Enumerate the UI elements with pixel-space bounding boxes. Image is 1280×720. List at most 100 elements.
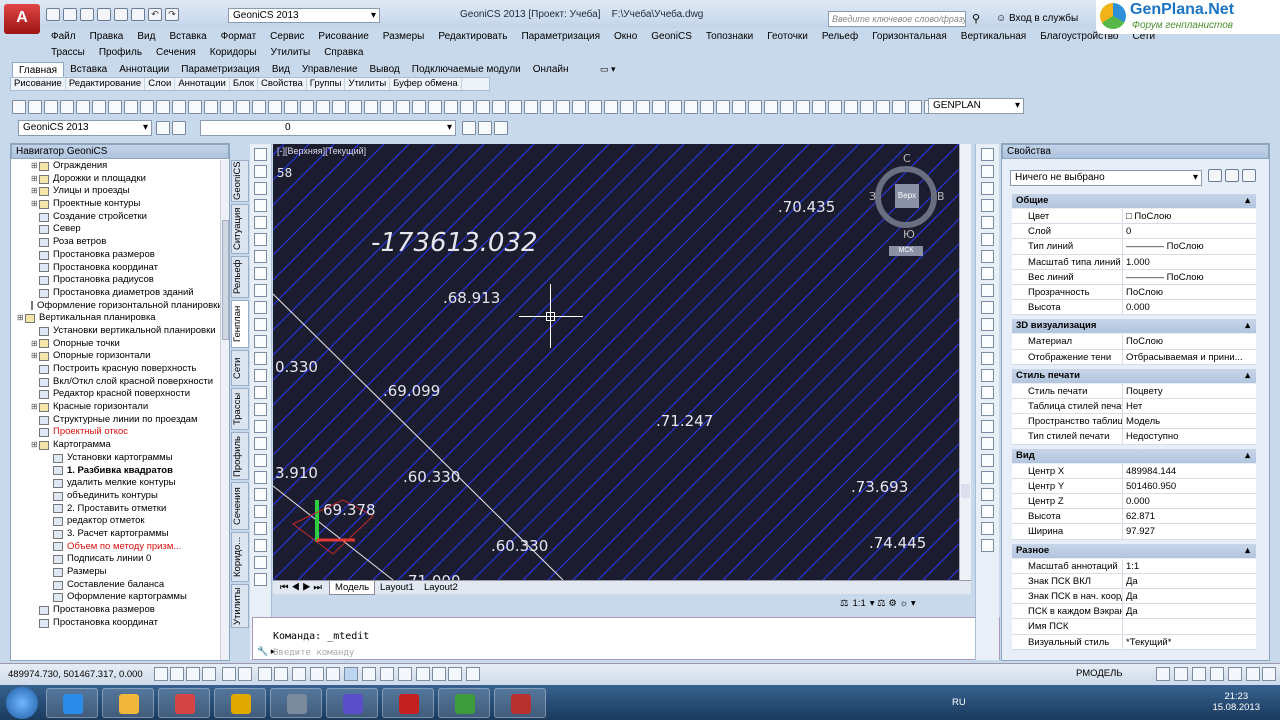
drawing-text-6[interactable]: .71.247: [656, 412, 713, 430]
print-icon[interactable]: [131, 8, 145, 21]
expand-toggle-icon[interactable]: ⊞: [31, 185, 39, 198]
navigator-item[interactable]: Простановка размеров: [11, 249, 221, 262]
navigator-item[interactable]: Размеры: [11, 566, 221, 579]
property-row[interactable]: Имя ПСК: [1012, 619, 1256, 635]
tab-1[interactable]: Вставка: [64, 62, 113, 77]
property-row[interactable]: Центр X 489984.144: [1012, 463, 1256, 479]
navigator-item[interactable]: 3. Расчет картограммы: [11, 528, 221, 541]
standard-tool-icon-6[interactable]: [108, 100, 122, 114]
navigator-item[interactable]: Составление баланса: [11, 579, 221, 592]
property-group-разное[interactable]: Разное: [1012, 543, 1256, 558]
property-value[interactable]: *Текущий*: [1123, 635, 1256, 649]
navigator-item[interactable]: ⊞ Опорные точки: [11, 338, 221, 351]
draw-palette-icon-14[interactable]: [254, 386, 267, 399]
draw-palette-icon-11[interactable]: [254, 335, 267, 348]
drawing-text-8[interactable]: .60.330: [403, 468, 460, 486]
menu-item-6[interactable]: Рисование: [311, 29, 375, 44]
side-tab-2[interactable]: Рельеф: [231, 256, 249, 298]
property-value[interactable]: 0.000: [1123, 494, 1256, 508]
standard-tool-icon-28[interactable]: [460, 100, 474, 114]
draw-palette-icon-15[interactable]: [254, 403, 267, 416]
side-tab-6[interactable]: Профиль: [231, 432, 249, 480]
navigator-item[interactable]: ⊞ Вертикальная планировка: [11, 312, 221, 325]
layer-tool-icon-0[interactable]: [462, 121, 476, 135]
property-row[interactable]: Вес линий ———— ПоСлою: [1012, 269, 1256, 285]
drawing-text-4[interactable]: 0.330: [275, 358, 318, 376]
redo-icon[interactable]: ↷: [165, 8, 179, 21]
modify-palette-icon-1[interactable]: [981, 165, 994, 178]
navigator-item[interactable]: Простановка размеров: [11, 604, 221, 617]
ribbon-panel-8[interactable]: Буфер обмена: [390, 78, 462, 90]
workspace-toolbar-dropdown[interactable]: GeoniCS 2013: [18, 120, 152, 136]
ribbon-panel-5[interactable]: Свойства: [258, 78, 307, 90]
drawing-canvas[interactable]: [-][Верхняя][Текущий] 58 -173613.032 .70.4…: [273, 144, 959, 580]
draw-palette-icon-16[interactable]: [254, 420, 267, 433]
navigator-item[interactable]: Объем по методу призм...: [11, 541, 221, 554]
draw-tool-icon-18[interactable]: [828, 100, 842, 114]
tab-2[interactable]: Аннотации: [113, 62, 175, 77]
modify-palette-icon-3[interactable]: [981, 199, 994, 212]
standard-tool-icon-22[interactable]: [364, 100, 378, 114]
property-row[interactable]: Таблица стилей печати Нет: [1012, 399, 1256, 415]
side-tab-4[interactable]: Сети: [231, 350, 249, 386]
property-value[interactable]: 1.000: [1123, 255, 1256, 269]
property-value[interactable]: ———— ПоСлою: [1123, 270, 1256, 284]
menu-item-13[interactable]: Геоточки: [760, 29, 815, 44]
navigator-item[interactable]: Север: [11, 223, 221, 236]
selection-dropdown[interactable]: Ничего не выбрано: [1010, 170, 1202, 186]
draw-tool-icon-0[interactable]: [540, 100, 554, 114]
standard-tool-icon-21[interactable]: [348, 100, 362, 114]
property-value[interactable]: 1:1: [1123, 559, 1256, 573]
navigator-item[interactable]: ⊞ Ограждения: [11, 160, 221, 173]
modify-palette-icon-18[interactable]: [981, 454, 994, 467]
standard-tool-icon-24[interactable]: [396, 100, 410, 114]
expand-toggle-icon[interactable]: ⊞: [31, 401, 39, 414]
standard-tool-icon-12[interactable]: [204, 100, 218, 114]
expand-toggle-icon[interactable]: ⊞: [31, 160, 39, 173]
draw-palette-icon-5[interactable]: [254, 233, 267, 246]
property-row[interactable]: Тип стилей печати Недоступно: [1012, 429, 1256, 445]
autocad-icon[interactable]: [382, 688, 434, 718]
draw-palette-icon-21[interactable]: [254, 505, 267, 518]
property-row[interactable]: Визуальный стиль *Текущий*: [1012, 634, 1256, 650]
navigator-item[interactable]: Подписать линии 0: [11, 553, 221, 566]
modify-palette-icon-5[interactable]: [981, 233, 994, 246]
navigator-item[interactable]: Структурные линии по проездам: [11, 414, 221, 427]
expand-toggle-icon[interactable]: ⊞: [31, 198, 39, 211]
draw-palette-icon-22[interactable]: [254, 522, 267, 535]
modify-palette-icon-11[interactable]: [981, 335, 994, 348]
standard-tool-icon-13[interactable]: [220, 100, 234, 114]
draw-palette-icon-0[interactable]: [254, 148, 267, 161]
standard-tool-icon-3[interactable]: [60, 100, 74, 114]
status-toggle-icon-10[interactable]: [326, 667, 340, 681]
draw-tool-icon-22[interactable]: [892, 100, 906, 114]
settings-tool-icon-1[interactable]: [172, 121, 186, 135]
standard-tool-icon-15[interactable]: [252, 100, 266, 114]
draw-tool-icon-3[interactable]: [588, 100, 602, 114]
drawing-text-5[interactable]: .69.099: [383, 382, 440, 400]
plot-icon[interactable]: [114, 8, 128, 21]
navigator-item[interactable]: Установки вертикальной планировки: [11, 325, 221, 338]
status-toggle-icon-5[interactable]: [238, 667, 252, 681]
standard-tool-icon-14[interactable]: [236, 100, 250, 114]
property-row[interactable]: Тип линий ———— ПоСлою: [1012, 239, 1256, 255]
navigator-item[interactable]: Проектный откос: [11, 426, 221, 439]
draw-palette-icon-13[interactable]: [254, 369, 267, 382]
menu-item-10[interactable]: Окно: [607, 29, 644, 44]
standard-tool-icon-32[interactable]: [524, 100, 538, 114]
tab-4[interactable]: Вид: [266, 62, 296, 77]
open-icon[interactable]: [63, 8, 77, 21]
language-indicator[interactable]: RU: [952, 697, 966, 708]
standard-tool-icon-10[interactable]: [172, 100, 186, 114]
standard-tool-icon-30[interactable]: [492, 100, 506, 114]
status-toggle-icon-9[interactable]: [310, 667, 324, 681]
menu-item-3[interactable]: Вставка: [162, 29, 213, 44]
side-tab-5[interactable]: Трассы: [231, 388, 249, 430]
ribbon-panel-7[interactable]: Утилиты: [345, 78, 391, 90]
start-button[interactable]: [6, 687, 38, 719]
property-value[interactable]: Поцвету: [1123, 384, 1256, 398]
modify-palette-icon-9[interactable]: [981, 301, 994, 314]
cursor-coordinates[interactable]: 489974.730, 501467.317, 0.000: [8, 669, 143, 680]
modify-palette-icon-23[interactable]: [981, 539, 994, 552]
modify-palette-icon-14[interactable]: [981, 386, 994, 399]
